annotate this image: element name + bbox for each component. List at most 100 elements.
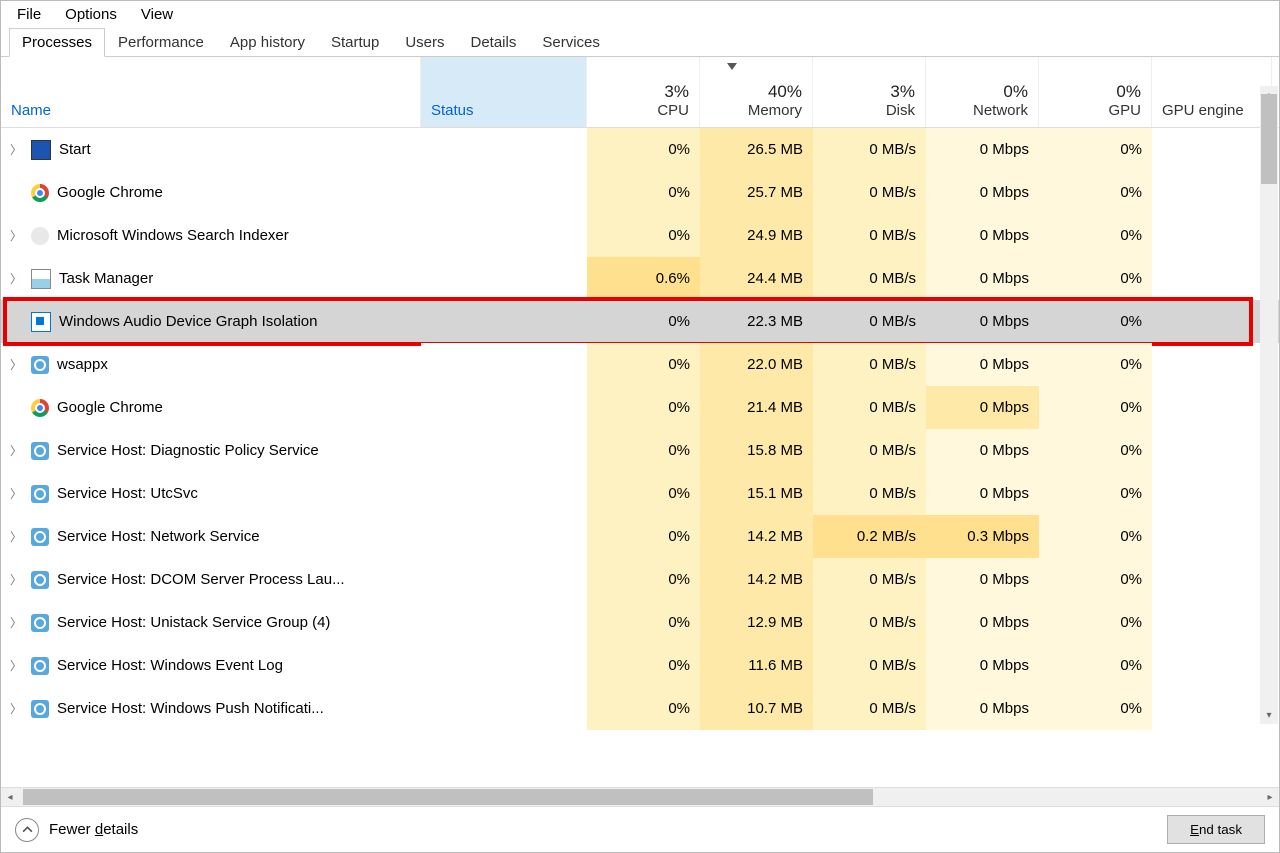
network-cell: 0 Mbps — [926, 386, 1039, 429]
disk-cell: 0 MB/s — [813, 472, 926, 515]
process-row[interactable]: 〉 Service Host: Network Service 0% 14.2 MB 0… — [1, 515, 1279, 558]
process-row[interactable]: 〉wsappx0%22.0 MB0 MB/s0 Mbps0% — [1, 343, 1279, 386]
process-row[interactable]: Google Chrome0%21.4 MB0 MB/s0 Mbps0% — [1, 386, 1279, 429]
process-name: Windows Audio Device Graph Isolation — [59, 313, 317, 330]
process-name-cell: 〉Start — [1, 128, 421, 171]
gpu-cell: 0% — [1039, 171, 1152, 214]
process-name: Service Host: UtcSvc — [57, 485, 198, 502]
hscroll-thumb[interactable] — [23, 789, 873, 805]
gpu-engine-cell — [1152, 515, 1272, 558]
tab-processes[interactable]: Processes — [9, 28, 105, 57]
disk-cell: 0 MB/s — [813, 128, 926, 171]
horizontal-scrollbar[interactable]: ◂ ▸ — [1, 787, 1279, 806]
gpu-cell: 0% — [1039, 472, 1152, 515]
process-row[interactable]: 〉Service Host: UtcSvc0%15.1 MB0 MB/s0 Mb… — [1, 472, 1279, 515]
process-row[interactable]: Google Chrome0%25.7 MB0 MB/s0 Mbps0% — [1, 171, 1279, 214]
memory-cell: 14.2 MB — [700, 515, 813, 558]
expand-icon[interactable]: 〉 — [9, 141, 23, 158]
expand-icon[interactable]: 〉 — [9, 356, 23, 373]
col-disk[interactable]: 3%Disk — [813, 57, 926, 127]
cpu-cell: 0% — [587, 386, 700, 429]
process-name-cell: Windows Audio Device Graph Isolation — [1, 300, 421, 343]
network-cell: 0 Mbps — [926, 644, 1039, 687]
col-memory[interactable]: 40%Memory — [700, 57, 813, 127]
scroll-left-icon[interactable]: ◂ — [1, 788, 19, 806]
expand-icon[interactable]: 〉 — [9, 528, 23, 545]
network-cell: 0 Mbps — [926, 558, 1039, 601]
footer: Fewer detailsFewer details End task — [1, 806, 1279, 852]
scroll-down-icon[interactable]: ▾ — [1260, 706, 1278, 724]
status-cell — [421, 429, 587, 472]
vertical-scrollbar[interactable]: ▴ ▾ — [1260, 86, 1278, 724]
network-cell: 0 Mbps — [926, 601, 1039, 644]
search-icon — [31, 227, 49, 245]
col-gpu-engine[interactable]: GPU engine — [1152, 57, 1272, 127]
fewer-details-button[interactable]: Fewer detailsFewer details — [15, 818, 138, 842]
status-cell — [421, 472, 587, 515]
process-rows: 〉Start0%26.5 MB0 MB/s0 Mbps0%Google Chro… — [1, 128, 1279, 730]
process-row[interactable]: 〉Service Host: Windows Push Notificati..… — [1, 687, 1279, 730]
tab-performance[interactable]: Performance — [105, 28, 217, 57]
gpu-cell: 0% — [1039, 257, 1152, 300]
col-status[interactable]: Status — [421, 57, 587, 127]
process-row[interactable]: 〉Service Host: Windows Event Log0%11.6 M… — [1, 644, 1279, 687]
scroll-thumb[interactable] — [1261, 94, 1277, 184]
gpu-cell: 0% — [1039, 343, 1152, 386]
process-row[interactable]: 〉 Service Host: Diagnostic Policy Service… — [1, 429, 1279, 472]
menu-view[interactable]: View — [141, 4, 173, 25]
expand-icon[interactable]: 〉 — [9, 442, 23, 459]
expand-icon[interactable]: 〉 — [9, 614, 23, 631]
gpu-engine-cell — [1152, 386, 1272, 429]
process-row[interactable]: 〉Start0%26.5 MB0 MB/s0 Mbps0% — [1, 128, 1279, 171]
gpu-cell: 0% — [1039, 601, 1152, 644]
gpu-engine-cell — [1152, 214, 1272, 257]
expand-icon[interactable]: 〉 — [9, 700, 23, 717]
process-row[interactable]: Windows Audio Device Graph Isolation0%22… — [1, 300, 1279, 343]
status-cell — [421, 257, 587, 300]
menu-file[interactable]: File — [17, 4, 41, 25]
menu-options[interactable]: Options — [65, 4, 117, 25]
tab-app-history[interactable]: App history — [217, 28, 318, 57]
expand-icon[interactable]: 〉 — [9, 227, 23, 244]
network-cell: 0.3 Mbps — [926, 515, 1039, 558]
process-name-cell: 〉Microsoft Windows Search Indexer — [1, 214, 421, 257]
gpu-engine-cell — [1152, 472, 1272, 515]
network-cell: 0 Mbps — [926, 128, 1039, 171]
gear-icon — [31, 356, 49, 374]
expand-icon[interactable]: 〉 — [9, 657, 23, 674]
process-name: Service Host: Unistack Service Group (4) — [57, 614, 330, 631]
network-cell: 0 Mbps — [926, 257, 1039, 300]
tab-users[interactable]: Users — [392, 28, 457, 57]
process-name: Service Host: Diagnostic Policy Service — [57, 442, 319, 459]
tab-strip: ProcessesPerformanceApp historyStartupUs… — [1, 28, 1279, 57]
gpu-engine-cell — [1152, 601, 1272, 644]
process-row[interactable]: 〉Task Manager0.6%24.4 MB0 MB/s0 Mbps0% — [1, 257, 1279, 300]
col-network[interactable]: 0%Network — [926, 57, 1039, 127]
expand-icon[interactable]: 〉 — [9, 571, 23, 588]
end-task-button[interactable]: End task — [1167, 815, 1265, 844]
gpu-cell: 0% — [1039, 386, 1152, 429]
cpu-cell: 0% — [587, 171, 700, 214]
scroll-right-icon[interactable]: ▸ — [1261, 788, 1279, 806]
chrome-icon — [31, 184, 49, 202]
tab-details[interactable]: Details — [458, 28, 530, 57]
memory-cell: 12.9 MB — [700, 601, 813, 644]
process-row[interactable]: 〉Service Host: DCOM Server Process Lau..… — [1, 558, 1279, 601]
process-name-cell: 〉 Service Host: Diagnostic Policy Service — [1, 429, 421, 472]
gpu-cell: 0% — [1039, 515, 1152, 558]
memory-cell: 24.4 MB — [700, 257, 813, 300]
disk-cell: 0 MB/s — [813, 343, 926, 386]
expand-icon[interactable]: 〉 — [9, 270, 23, 287]
col-gpu[interactable]: 0%GPU — [1039, 57, 1152, 127]
col-cpu[interactable]: 3%CPU — [587, 57, 700, 127]
expand-icon[interactable]: 〉 — [9, 485, 23, 502]
col-name[interactable]: Name — [1, 57, 421, 127]
tab-services[interactable]: Services — [529, 28, 613, 57]
process-row[interactable]: 〉Microsoft Windows Search Indexer0%24.9 … — [1, 214, 1279, 257]
process-name: Service Host: Network Service — [57, 528, 260, 545]
process-name-cell: 〉Service Host: Windows Push Notificati..… — [1, 687, 421, 730]
process-row[interactable]: 〉 Service Host: Unistack Service Group (4… — [1, 601, 1279, 644]
tab-startup[interactable]: Startup — [318, 28, 392, 57]
memory-cell: 25.7 MB — [700, 171, 813, 214]
memory-cell: 22.3 MB — [700, 300, 813, 343]
